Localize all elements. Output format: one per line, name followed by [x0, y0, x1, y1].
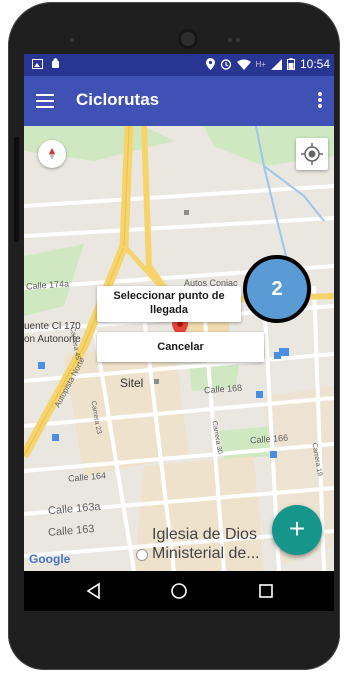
select-arrival-point-button[interactable]: Seleccionar punto de llegada	[97, 286, 241, 322]
step-number-badge: 2	[243, 255, 311, 323]
front-camera	[178, 29, 198, 49]
crosshair-icon	[301, 143, 323, 165]
status-time: 10:54	[299, 57, 330, 71]
image-notification-icon	[32, 58, 43, 69]
back-button[interactable]	[82, 579, 106, 603]
church-icon	[136, 549, 148, 561]
system-nav-bar	[24, 571, 334, 611]
plus-icon: +	[288, 513, 306, 544]
android-notification-icon	[52, 58, 59, 68]
power-button	[14, 137, 19, 242]
add-fab-button[interactable]: +	[272, 505, 322, 555]
battery-icon	[286, 58, 295, 70]
map-poi-label: Ministerial de...	[152, 545, 260, 562]
phone-sensor	[228, 38, 232, 42]
compass-button[interactable]	[38, 140, 66, 168]
select-arrival-line2: llegada	[150, 304, 188, 316]
recents-button[interactable]	[254, 579, 278, 603]
my-location-button[interactable]	[296, 138, 328, 170]
page-title: Ciclorutas	[76, 90, 160, 109]
google-logo: Google	[29, 552, 71, 566]
home-button[interactable]	[167, 579, 191, 603]
app-bar: Ciclorutas	[24, 76, 334, 126]
status-bar: H+ 10:54	[24, 54, 334, 76]
hamburger-menu-icon[interactable]	[34, 90, 56, 112]
home-circle-icon	[171, 583, 187, 599]
phone-sensor	[70, 38, 74, 42]
map-poi-label: Sitel	[120, 376, 144, 390]
location-icon	[205, 58, 215, 70]
recents-square-icon	[259, 584, 273, 598]
back-triangle-icon	[86, 582, 100, 600]
cancel-button[interactable]: Cancelar	[97, 332, 264, 362]
cell-signal-icon	[270, 58, 282, 70]
alarm-icon	[220, 59, 231, 70]
compass-icon	[49, 148, 55, 160]
select-arrival-line1: Seleccionar punto de	[113, 290, 225, 302]
overflow-menu-icon[interactable]	[316, 90, 324, 112]
wifi-icon	[236, 59, 251, 70]
network-type-label: H+	[255, 59, 266, 69]
phone-sensor	[236, 38, 240, 42]
map-poi-label: Iglesia de Dios	[152, 526, 257, 543]
